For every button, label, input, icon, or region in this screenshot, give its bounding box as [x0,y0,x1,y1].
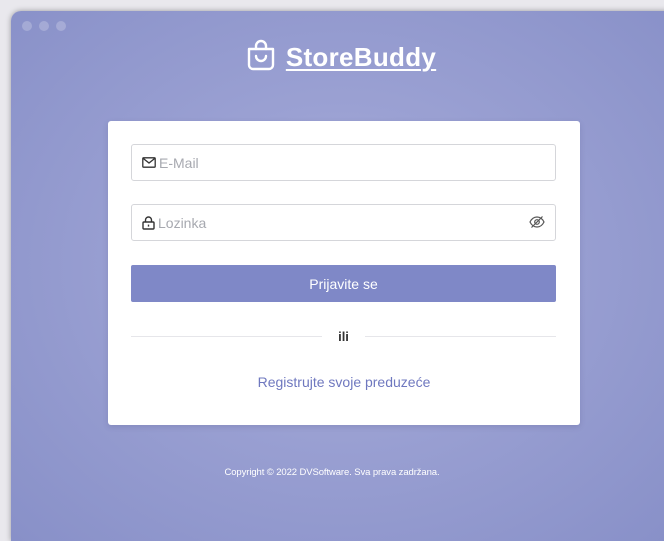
envelope-icon [142,157,156,168]
login-card: Prijavite se ili Registrujte svoje predu… [108,121,580,425]
lock-icon [142,215,155,230]
copyright-text: Copyright © 2022 DVSoftware. Sva prava z… [224,467,440,478]
email-field[interactable] [131,144,556,181]
login-button[interactable]: Prijavite se [131,265,556,302]
maximize-window-button[interactable] [56,21,66,31]
close-window-button[interactable] [22,21,32,31]
shopping-bag-icon [246,39,276,76]
divider-line-right [364,336,556,337]
divider-label: ili [338,329,349,344]
divider-line-left [131,336,323,337]
window-controls [22,21,66,31]
minimize-window-button[interactable] [39,21,49,31]
email-input[interactable] [159,145,555,180]
brand-logo: StoreBuddy [11,39,664,76]
app-window: StoreBuddy E-Mail Prijavite se ili Regis… [11,11,664,541]
password-field[interactable] [131,204,556,241]
password-input[interactable] [158,205,555,240]
eye-off-icon[interactable] [529,215,545,229]
or-divider: ili [131,329,556,344]
brand-name: StoreBuddy [285,42,437,72]
register-company-link[interactable]: Registrujte svoje preduzeće [108,374,580,390]
